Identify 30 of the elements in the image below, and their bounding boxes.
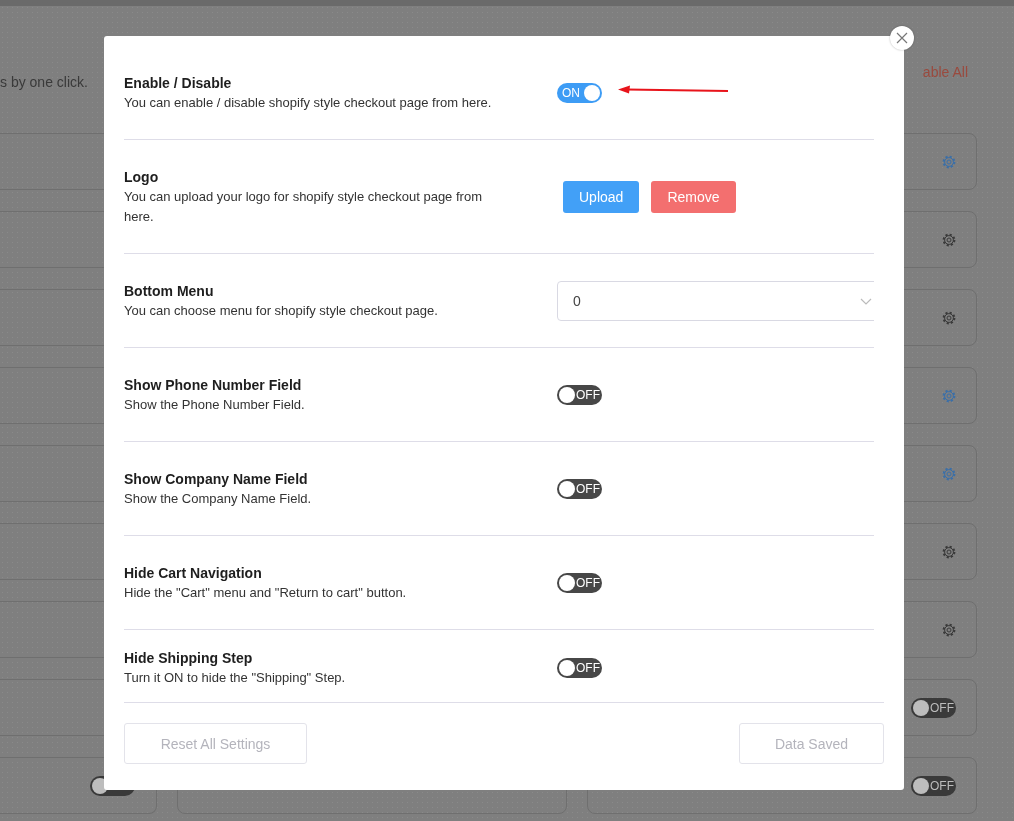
gear-icon[interactable] bbox=[941, 543, 957, 560]
gear-icon[interactable] bbox=[941, 621, 957, 638]
setting-title: Show Company Name Field bbox=[124, 470, 309, 489]
setting-description: Hide the "Cart" menu and "Return to cart" button. bbox=[124, 584, 408, 602]
setting-description: You can enable / disable shopify style checkout page from here. bbox=[124, 94, 493, 112]
setting-description: Show the Phone Number Field. bbox=[124, 396, 306, 414]
setting-title: Hide Shipping Step bbox=[124, 649, 254, 668]
gear-icon[interactable] bbox=[941, 231, 957, 248]
setting-title: Enable / Disable bbox=[124, 74, 233, 93]
toggle-switch[interactable]: OFF bbox=[911, 775, 956, 796]
toggle-switch[interactable]: OFF bbox=[557, 658, 602, 678]
setting-description: Turn it ON to hide the "Shipping" Step. bbox=[124, 669, 347, 687]
toggle-switch[interactable]: OFF bbox=[911, 697, 956, 718]
menu-select[interactable]: 0 bbox=[557, 281, 874, 321]
setting-title: Bottom Menu bbox=[124, 282, 215, 301]
setting-title: Show Phone Number Field bbox=[124, 376, 303, 395]
setting-description: You can choose menu for shopify style checkout page. bbox=[124, 302, 439, 320]
gear-icon[interactable] bbox=[941, 387, 957, 404]
toggle-switch[interactable]: OFF bbox=[557, 385, 602, 405]
toggle-switch[interactable]: OFF bbox=[557, 479, 602, 499]
intro-text: s by one click. bbox=[0, 74, 88, 90]
close-button[interactable] bbox=[890, 26, 914, 50]
chevron-down-icon bbox=[860, 297, 872, 305]
close-icon bbox=[896, 32, 908, 44]
gear-icon[interactable] bbox=[941, 309, 957, 326]
toggle-switch[interactable]: OFF bbox=[557, 573, 602, 593]
setting-title: Logo bbox=[124, 168, 160, 187]
setting-description: You can upload your logo for shopify style checkout page from here. bbox=[124, 188, 483, 226]
setting-description: Show the Company Name Field. bbox=[124, 490, 313, 508]
setting-title: Hide Cart Navigation bbox=[124, 564, 263, 583]
